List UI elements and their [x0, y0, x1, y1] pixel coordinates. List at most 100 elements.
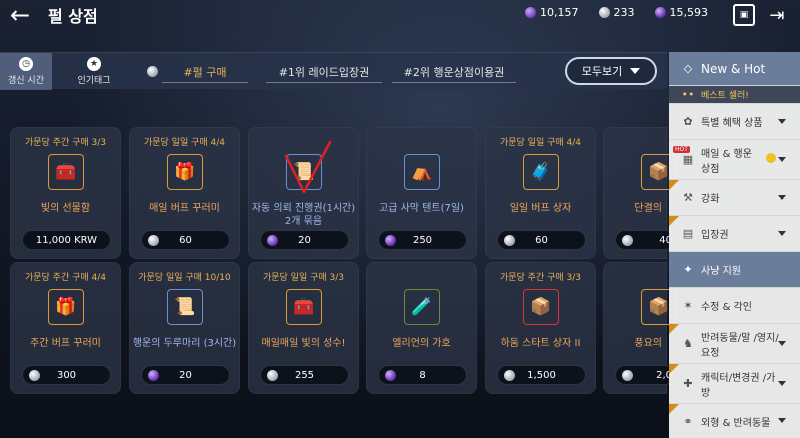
- chevron-down-icon: [778, 418, 786, 423]
- product-price-button[interactable]: 20: [141, 365, 230, 385]
- product-card[interactable]: 📦 단결의 40: [603, 127, 677, 259]
- violet-energy-icon: [654, 7, 666, 18]
- purchase-limit-text: 가문당 일일 구매 4/4: [499, 138, 582, 148]
- sidebar-item-character-change[interactable]: ✚ 캐릭터/변경권 /가방: [669, 364, 800, 404]
- view-all-label: 모두보기: [581, 65, 623, 78]
- chevron-down-icon: [778, 381, 786, 386]
- product-price-value: 11,000 KRW: [35, 234, 98, 246]
- currency-pearl: 233: [598, 6, 635, 19]
- product-price-value: 60: [179, 234, 192, 246]
- purple-crystal-icon: [525, 7, 536, 18]
- sidebar-item-enhance[interactable]: ⚒ 강화: [669, 180, 800, 216]
- product-card[interactable]: 가문당 일일 구매 4/4 🎁 매일 버프 꾸러미 60: [129, 127, 240, 259]
- purchase-limit-text: 가문당 일일 구매 10/10: [138, 273, 231, 283]
- ticket-icon: ▤: [682, 227, 694, 240]
- product-card[interactable]: 📦 풍요의 2,0: [603, 262, 677, 394]
- currency-bar: 10,157 233 15,593: [525, 6, 708, 19]
- silver-pearl-icon: [29, 369, 40, 381]
- view-all-dropdown[interactable]: 모두보기: [565, 57, 657, 85]
- currency-crystal: 10,157: [525, 6, 579, 19]
- mask-icon: ⚭: [683, 414, 693, 428]
- sidebar-item-label: New & Hot: [701, 61, 766, 76]
- violet-energy-icon: [148, 369, 159, 381]
- plus-icon: ✚: [683, 377, 693, 390]
- silver-pearl-icon: [147, 66, 158, 77]
- product-thumbnail-icon: 🧰: [48, 154, 84, 190]
- gift-icon: ✿: [683, 115, 693, 128]
- product-card[interactable]: 🧪 엘리언의 가호 8: [366, 262, 477, 394]
- product-price-button[interactable]: 1,500: [497, 365, 586, 385]
- sidebar-item-label: 반려동물/말 /영지/요정: [701, 332, 779, 359]
- tab-popular-tags[interactable]: ★ 인기태그: [68, 53, 120, 90]
- corner-flag: [669, 180, 679, 190]
- sidebar-item-label: 외형 & 반려동물: [701, 417, 771, 429]
- sidebar-item-special-offer[interactable]: ✿ 특별 혜택 상품: [669, 104, 800, 140]
- product-price-value: 60: [535, 234, 548, 246]
- exit-door-icon[interactable]: ⇥: [766, 4, 788, 26]
- sidebar-item-best-seller[interactable]: •• 베스트 셀러!: [669, 86, 800, 104]
- filter-raid-ticket[interactable]: #1위 레이드입장권: [266, 61, 382, 83]
- sidebar-item-daily-lucky[interactable]: HOT ▦ 매일 & 행운 상점: [669, 140, 800, 180]
- filter-pearl-purchase[interactable]: #펄 구매: [162, 61, 248, 83]
- filter-lucky-shop[interactable]: #2위 행운상점이용권: [392, 61, 516, 83]
- corner-flag: [669, 364, 679, 374]
- product-thumbnail-icon: 📜: [167, 289, 203, 325]
- product-price-button[interactable]: 40: [615, 230, 675, 250]
- product-card[interactable]: 가문당 일일 구매 4/4 🧳 일일 버프 상자 60: [485, 127, 596, 259]
- product-thumbnail-icon: 🎁: [167, 154, 203, 190]
- purchase-limit-text: 가문당 주간 구매 4/4: [24, 273, 107, 283]
- sidebar-item-ticket[interactable]: ▤ 입장권: [669, 216, 800, 252]
- purchase-limit-text: 가문당 주간 구매 3/3: [499, 273, 582, 283]
- category-sidebar: ◇ New & Hot •• 베스트 셀러! ✿ 특별 혜택 상품 HOT ▦ …: [669, 52, 800, 438]
- tab-refresh-time[interactable]: ◷ 갱신 시간: [0, 53, 52, 90]
- purchase-limit-text: 가문당 일일 구매 4/4: [143, 138, 226, 148]
- currency-energy-value: 15,593: [669, 6, 709, 19]
- sidebar-item-crystal-engrave[interactable]: ✶ 수정 & 각인: [669, 288, 800, 324]
- corner-flag: [669, 324, 679, 334]
- currency-crystal-value: 10,157: [540, 6, 579, 19]
- chevron-down-icon: [778, 195, 786, 200]
- hammer-icon: ⚒: [683, 191, 693, 204]
- product-price-button[interactable]: 60: [141, 230, 230, 250]
- product-price-button[interactable]: 2,0: [615, 365, 675, 385]
- product-thumbnail-icon: 📦: [523, 289, 559, 325]
- sidebar-item-pet-horse[interactable]: ♞ 반려동물/말 /영지/요정: [669, 324, 800, 364]
- product-price-button[interactable]: 255: [260, 365, 349, 385]
- clock-icon: ◷: [19, 57, 33, 71]
- inventory-box-icon[interactable]: ▣: [733, 4, 755, 26]
- product-price-button[interactable]: 20: [260, 230, 349, 250]
- product-name: 자동 의뢰 진행권(1시간) 2개 묶음: [251, 203, 356, 227]
- product-price-button[interactable]: 8: [378, 365, 467, 385]
- product-price-value: 300: [56, 369, 77, 381]
- product-card[interactable]: 가문당 일일 구매 3/3 🧰 매일매일 빛의 성수! 255: [248, 262, 359, 394]
- product-name: 주간 버프 꾸러미: [30, 338, 101, 349]
- product-card[interactable]: ⛺ 고급 사막 텐트(7일) 250: [366, 127, 477, 259]
- product-thumbnail-icon: 🧪: [404, 289, 440, 325]
- product-card[interactable]: 가문당 주간 구매 3/3 📦 하둠 스타트 상자 II 1,500: [485, 262, 596, 394]
- product-price-button[interactable]: 11,000 KRW: [22, 230, 111, 250]
- product-name: 매일매일 빛의 성수!: [261, 338, 346, 349]
- sidebar-item-hunting-support[interactable]: ✦ 사냥 지원: [669, 252, 800, 288]
- product-price-value: 250: [412, 234, 433, 246]
- product-price-button[interactable]: 250: [378, 230, 467, 250]
- product-price-button[interactable]: 60: [497, 230, 586, 250]
- product-thumbnail-icon: 🧳: [523, 154, 559, 190]
- product-price-button[interactable]: 300: [22, 365, 111, 385]
- violet-energy-icon: [385, 369, 396, 381]
- sidebar-item-outfit-pet[interactable]: ⚭ 외형 & 반려동물: [669, 404, 800, 438]
- sidebar-item-label: 입장권: [701, 230, 729, 241]
- silver-pearl-icon: [504, 369, 515, 381]
- product-name: 단결의: [634, 203, 662, 214]
- filter-tab-bar: ◷ 갱신 시간 ★ 인기태그 #펄 구매 #1위 레이드입장권 #2위 행운상점…: [0, 52, 667, 90]
- purchase-limit-text: 가문당 주간 구매 3/3: [24, 138, 107, 148]
- product-name: 매일 버프 꾸러미: [149, 203, 220, 214]
- product-card[interactable]: 가문당 주간 구매 3/3 🧰 빛의 선물함 11,000 KRW: [10, 127, 121, 259]
- product-card[interactable]: 가문당 주간 구매 4/4 🎁 주간 버프 꾸러미 300: [10, 262, 121, 394]
- crosshair-icon: ✦: [683, 263, 693, 276]
- product-card[interactable]: 📜 자동 의뢰 진행권(1시간) 2개 묶음 20: [248, 127, 359, 259]
- sidebar-item-label: 특별 혜택 상품: [701, 118, 763, 129]
- back-arrow-icon[interactable]: ←: [6, 1, 34, 29]
- sidebar-item-new-hot[interactable]: ◇ New & Hot: [669, 52, 800, 86]
- product-card[interactable]: 가문당 일일 구매 10/10 📜 행운의 두루마리 (3시간) 20: [129, 262, 240, 394]
- product-name: 고급 사막 텐트(7일): [379, 203, 464, 214]
